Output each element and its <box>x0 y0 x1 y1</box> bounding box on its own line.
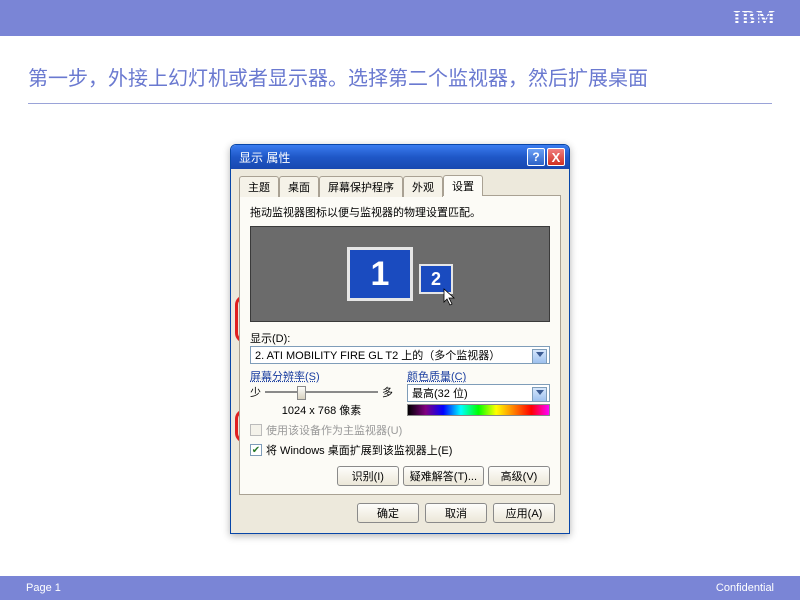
slider-min-label: 少 <box>250 384 261 400</box>
drag-hint-text: 拖动监视器图标以便与监视器的物理设置匹配。 <box>250 204 550 220</box>
primary-monitor-checkbox <box>250 424 262 436</box>
tab-strip: 主题 桌面 屏幕保护程序 外观 设置 <box>239 175 561 196</box>
extend-desktop-label: 将 Windows 桌面扩展到该监视器上(E) <box>266 442 452 458</box>
tab-screensaver[interactable]: 屏幕保护程序 <box>319 176 403 197</box>
troubleshoot-button[interactable]: 疑难解答(T)... <box>403 466 484 486</box>
window-titlebar[interactable]: 显示 属性 ? X <box>231 145 569 169</box>
extend-desktop-checkbox[interactable]: ✔ <box>250 444 262 456</box>
color-spectrum-preview <box>407 404 550 416</box>
ibm-logo: IBM <box>733 7 776 30</box>
color-quality-label: 颜色质量(C) <box>407 368 550 384</box>
primary-monitor-checkbox-row: 使用该设备作为主监视器(U) <box>250 422 550 438</box>
tab-appearance[interactable]: 外观 <box>403 176 443 197</box>
tab-desktop[interactable]: 桌面 <box>279 176 319 197</box>
display-select[interactable]: 2. ATI MOBILITY FIRE GL T2 上的（多个监视器） <box>250 346 550 364</box>
ok-button[interactable]: 确定 <box>357 503 419 523</box>
screenshot-container: 显示 属性 ? X 主题 桌面 屏幕保护程序 外观 设置 拖动监视器图标以便与监… <box>0 144 800 534</box>
monitor-arrangement-area[interactable]: 1 2 <box>250 226 550 322</box>
heading-divider <box>28 103 772 104</box>
window-body: 主题 桌面 屏幕保护程序 外观 设置 拖动监视器图标以便与监视器的物理设置匹配。… <box>231 169 569 533</box>
help-button[interactable]: ? <box>527 148 545 166</box>
cursor-icon <box>443 288 457 311</box>
slide-heading: 第一步，外接上幻灯机或者显示器。选择第二个监视器，然后扩展桌面 <box>0 36 800 103</box>
display-properties-window: 显示 属性 ? X 主题 桌面 屏幕保护程序 外观 设置 拖动监视器图标以便与监… <box>230 144 570 534</box>
confidential-label: Confidential <box>716 582 774 594</box>
tab-themes[interactable]: 主题 <box>239 176 279 197</box>
resolution-value: 1024 x 768 像素 <box>250 402 393 418</box>
close-button[interactable]: X <box>547 148 565 166</box>
slider-max-label: 多 <box>382 384 393 400</box>
primary-monitor-label: 使用该设备作为主监视器(U) <box>266 422 402 438</box>
slide-top-bar: IBM <box>0 0 800 36</box>
resolution-slider[interactable]: 少 多 <box>250 384 393 400</box>
chevron-down-icon <box>536 352 544 357</box>
monitor-1-icon[interactable]: 1 <box>347 247 413 301</box>
settings-panel: 拖动监视器图标以便与监视器的物理设置匹配。 1 2 显示(D): 2. ATI … <box>239 195 561 495</box>
chevron-down-icon <box>536 390 544 395</box>
color-quality-value: 最高(32 位) <box>412 385 468 401</box>
page-number: Page 1 <box>26 582 61 594</box>
cancel-button[interactable]: 取消 <box>425 503 487 523</box>
tab-settings[interactable]: 设置 <box>443 175 483 196</box>
slider-track[interactable] <box>265 386 378 398</box>
resolution-label: 屏幕分辨率(S) <box>250 368 393 384</box>
extend-desktop-checkbox-row[interactable]: ✔ 将 Windows 桌面扩展到该监视器上(E) <box>250 442 550 458</box>
identify-button[interactable]: 识别(I) <box>337 466 399 486</box>
display-label: 显示(D): <box>250 330 550 346</box>
display-select-value: 2. ATI MOBILITY FIRE GL T2 上的（多个监视器） <box>255 347 500 363</box>
window-title: 显示 属性 <box>239 149 290 166</box>
apply-button[interactable]: 应用(A) <box>493 503 555 523</box>
slider-thumb[interactable] <box>297 386 306 400</box>
slide-bottom-bar: Page 1 Confidential <box>0 576 800 600</box>
advanced-button[interactable]: 高级(V) <box>488 466 550 486</box>
color-quality-select[interactable]: 最高(32 位) <box>407 384 550 402</box>
